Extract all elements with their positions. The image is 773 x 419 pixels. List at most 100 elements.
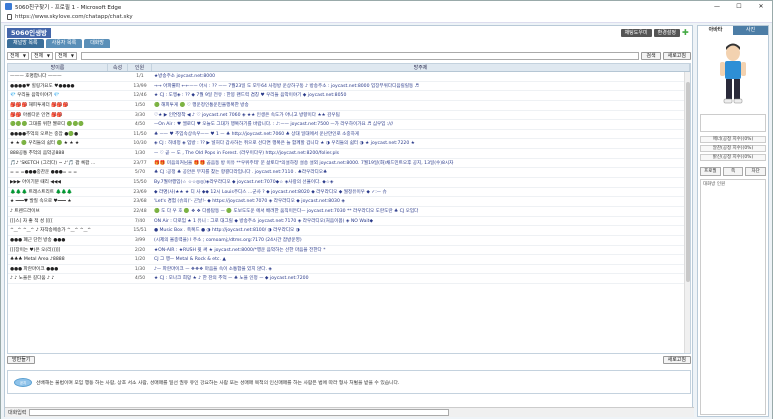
title-bar: 5060친구찾기 - 프로필 1 - Microsoft Edge — ☐ ✕ [1,1,772,12]
table-row[interactable]: ♣♣♣ Metal Area ♪8888 1/20 CJ 그 행ㅡ Metal & … [8,255,690,265]
room-name: ——— 호명합니다 ——— [10,74,62,79]
chat-input-bar: 대화입력 [5,407,694,417]
room-name: ●●●●추억의 오르는 중잡 ●🟢● [10,131,78,137]
room-name: 888공통 추억의 음악공888 [10,151,65,157]
table-row[interactable]: [[[스] 자 좋 적 성 ][[[7/40 ON Air : 다로임 ★ 1 유… [8,217,690,227]
message-button[interactable]: 쪽 [722,167,744,176]
browser-window: 5060친구찾기 - 프로필 1 - Microsoft Edge — ☐ ✕ … [0,0,773,419]
room-name: ♪ 트렌드라이브 [10,208,40,214]
tab-photo[interactable]: 사진 [733,26,768,35]
table-row[interactable]: ★ ★ 🟢 우리들의 쉼터 🟢 ★ ★ ★ 10/30 ◈ CJ : 히네정 ◈ 입… [8,139,690,150]
table-row[interactable]: ▶▶▶ 아이기분 때리 ◀◀◀ 15/50 By.7월아행입(☆ ☆☆◎◎)◈라우라… [8,178,690,188]
table-row[interactable]: ♪ ♪ 노을은 길다움 ♪ ♪ 4/50 ★ CJ : 모나크 희망 ★ ♪ 한 잔… [8,274,690,285]
search-button[interactable]: 검색 [641,52,661,60]
table-row[interactable]: ●●● 파란마이크 ●●● 1/30 ♪ㅡ 파란마이크 ㅡ ❖❖❖ 마음을 속이 소… [8,265,690,275]
chevron-down-icon: ▼ [70,53,74,58]
side-tabs: 아바타 사진 [698,26,768,35]
address-bar[interactable]: https://www.skylove.com/chatapp/chat.sky [1,12,772,23]
room-count: 4/50 [134,122,146,128]
notice-box: 공지 선배해는 불법이며 모임 행동 하는 사람, 상호 서소 사람, 성매매를… [7,370,691,394]
window-title: 5060친구찾기 - 프로필 1 - Microsoft Edge [15,4,122,11]
tab-avatar[interactable]: 아바타 [698,26,733,35]
room-attr [108,111,128,120]
col-header-attr[interactable]: 속성 [108,64,128,71]
top-buttons: 채팅도우미 환경설정 ✚ [620,29,690,37]
table-row[interactable]: 🎒🎒🎒 해피투게더 🎒🎒🎒 1/50 🟢 해피투게 🟢 ♡ 행운정인통운민을행복한 … [8,101,690,111]
room-attr [108,168,128,177]
plus-icon[interactable]: ✚ [682,29,690,37]
room-attr [108,91,128,100]
table-row[interactable]: ^‿^ ^‿^ ♪ 자작송에송가 ^‿^ ^‿^ 15/51 ● Music Box… [8,226,690,236]
table-row[interactable]: = = =●●●중찬운 ●●●= = = 5/70 ♣ CJ :공정 ♣ 공안은 무… [8,168,690,179]
room-topic: ♪ㅡ 파란마이크 ㅡ ❖❖❖ 마음을 속이 소통합을 있지 않다. ◈ [154,266,272,272]
scroll-thumb[interactable] [686,82,690,282]
col-header-name[interactable]: 방이름 [8,64,108,71]
col-header-topic[interactable]: 방주제 [152,64,690,71]
table-row[interactable]: 🎵♪ 'SKETCH (그리다) ~ ♪'🎵 팝 록팝 ... 23/77 🎁🎁 미… [8,159,690,169]
col-header-count[interactable]: 인원 [128,64,152,71]
profile-button[interactable]: 프로필 [700,167,721,176]
room-attr [108,226,128,235]
room-attr [108,274,128,283]
room-count: 4/50 [134,276,146,282]
table-row[interactable]: ★ ━━━♥ 발질 속으로 ♥━━━ ★ 23/68 'Let's 경험 (슈의)'… [8,197,690,207]
room-count: 11/50 [133,131,147,137]
table-row[interactable]: ●●●●추억의 오르는 중잡 ●🟢● 11/50 ♣ ㅡㅡ ♥ 추입속상속우ㅡㅡ ♥… [8,130,690,140]
table-row[interactable]: [[[장이는 ♥(은 오(리)]]]] 2/20 ★ON-AIR : ★RUSH 윗… [8,246,690,256]
tab-chat-room[interactable]: 대화방 [84,39,110,48]
room-attr [108,130,128,139]
tab-user-list[interactable]: 사용자 목록 [45,39,83,48]
refresh-bottom-button[interactable]: 새로고침 [662,356,691,364]
table-row[interactable]: ●●● 폐근 단언 방송 ●●● 3/99 (시제의 울종력을) I 주소 ; co… [8,236,690,246]
room-name: 🎒🎒 아름다운 인연 🎒🎒 [10,112,63,118]
search-input[interactable] [81,52,640,60]
room-topic: 🟢 해피투게 🟢 ♡ 행운정인통운민을행복한 방송 [154,102,249,108]
room-attr [108,265,128,274]
settings-button[interactable]: 환경설정 [653,29,680,37]
table-row[interactable]: ●●●●♥ 힐링가요도 ♥●●●● 13/99 →→ 아파뿔파 ←←ㅡㅡ 아시 : … [8,82,690,92]
minimize-button[interactable]: — [706,1,728,12]
room-topic: ★ CJ : 모나크 희망 ★ ♪ 한 잔의 추억 ㅡ ♣ 노을 인정 ㅡ ◆ … [154,276,309,282]
notice-text: 선배해는 불법이며 모임 행동 하는 사람, 상호 서소 사람, 성매매를 일선… [36,381,400,386]
room-name: [[[장이는 ♥(은 오(리)]]]] [10,247,61,253]
refresh-button[interactable]: 새로고침 [662,52,691,60]
table-row[interactable]: 💎 우리들 음악이야기 💎 12/46 ★ CJ : 도멩◈ : ?? ◆ 7월 9… [8,91,690,101]
tab-channel-list[interactable]: 채널방 목록 [7,39,44,48]
vertical-scrollbar[interactable] [684,72,690,353]
room-count: 3/99 [134,237,146,243]
room-name: 🟢🟢🟢 그대를 위한 멜로디 🟢🟢🟢 [10,122,84,128]
table-row[interactable]: ♪ 트렌드라이브 22/48 🟢 도 다 우 호 🟢 ❖ ❖ 다름탐동 ㅡ 🟢 도보… [8,207,690,217]
filter-select-2[interactable]: 전체 ▼ [31,52,53,60]
table-row[interactable]: 🎒🎒 아름다운 인연 🎒🎒 3/30 ♡★ ▶ 인연정착 ◀ ♪ ♡ joycast… [8,111,690,121]
room-topic: ♣ ㅡㅡ ♥ 추입속상속우ㅡㅡ ♥ 1 ㅡ ♣ http://joycast.n… [154,131,360,137]
room-topic: ● Music Box . 축복드 ● ◑ http://joycast.net… [154,228,300,234]
chat-input[interactable] [29,409,450,416]
avatar-figure [720,43,746,104]
url-text[interactable]: https://www.skylove.com/chatapp/chat.sky [15,14,133,20]
close-button[interactable]: ✕ [750,1,772,12]
table-row[interactable]: ——— 호명합니다 ——— 1/1 ★방송주소 joycast.net:8000 [8,72,690,82]
room-attr [108,72,128,81]
room-count: 23/77 [133,160,147,166]
room-topic: ★ CJ : 도멩◈ : ?? ◆ 7월 9일 전유 : 한봉 랜드력 겹칭 ♥… [154,93,347,99]
create-room-button[interactable]: 방만들기 [7,356,36,364]
filter-select-1[interactable]: 전체 ▼ [7,52,29,60]
room-count: 1/30 [134,266,146,272]
avatar [700,37,766,111]
table-row[interactable]: 888공통 추억의 음악공888 1/30 ㅡ ♡ 곧 ㅡ 도 , The Old … [8,149,690,159]
chevron-down-icon: ▼ [46,53,50,58]
chat-helper-button[interactable]: 채팅도우미 [620,29,652,37]
room-name: ^‿^ ^‿^ ♪ 자작송에송가 ^‿^ ^‿^ [10,228,92,234]
room-count: 3/30 [134,112,146,118]
table-row[interactable]: 🌲🌲🌲 트래스트리트 🌲🌲🌲 23/69 ◆ 라명(사)★★ ★ 디 사 ◆◆ 12… [8,188,690,198]
table-row[interactable]: 🟢🟢🟢 그대를 위한 멜로디 🟢🟢🟢 4/50 ㅡOn Air : ♥ 엘로디 ♥ … [8,120,690,130]
manner-stat: 매너(공정 지수)(0%) [700,136,766,143]
room-topic: 'Let's 경험 (슈의)'- 곤날!- ◆ https://joycast.… [154,199,345,205]
room-table: 방이름 속성 인원 방주제 ——— 호명합니다 ——— 1/1 ★방송주소 joyc… [7,63,691,354]
filter-select-3[interactable]: 전체 ▼ [55,52,77,60]
block-button[interactable]: 차단 [745,167,767,176]
room-attr [108,159,128,168]
room-attr [108,120,128,129]
maximize-button[interactable]: ☐ [728,1,750,12]
room-topic: ★ON-AIR : ★RUSH 윗 써 ★ joycast.net:8000/*… [154,247,326,253]
